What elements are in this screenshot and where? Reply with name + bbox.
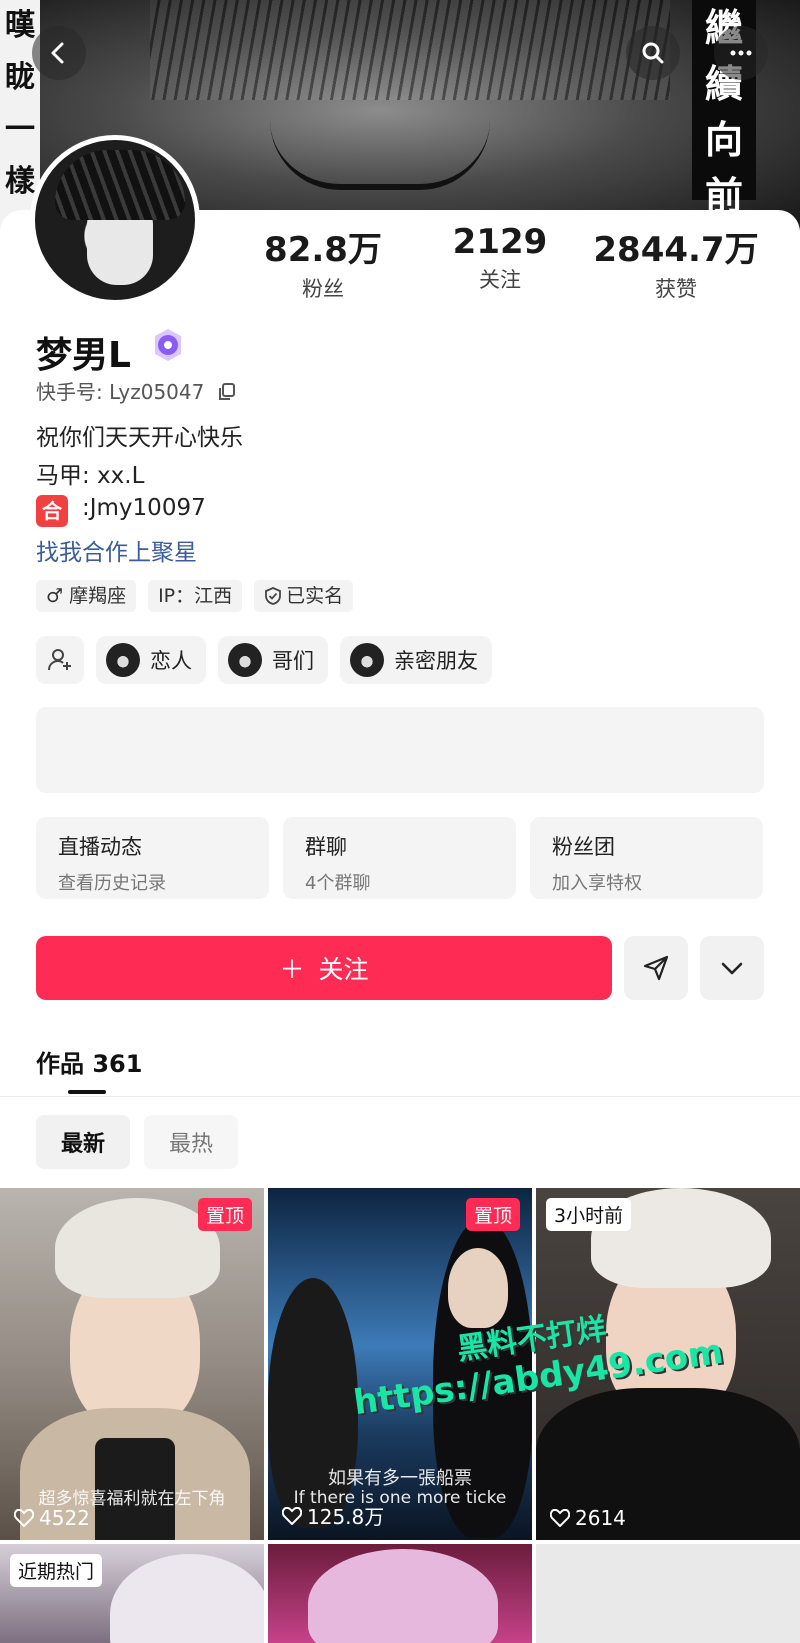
- stat-value: 82.8万: [264, 230, 382, 270]
- video-thumbnail-hair: [55, 1198, 220, 1298]
- he-badge: 合: [36, 495, 68, 527]
- relation-label: 恋人: [150, 649, 192, 673]
- tag-text: 已实名: [286, 585, 344, 607]
- add-relation-button[interactable]: [36, 636, 84, 684]
- more-dots-icon: [730, 50, 752, 56]
- back-button[interactable]: [32, 26, 86, 80]
- follow-button[interactable]: ＋ 关注: [36, 936, 612, 1000]
- feature-subtitle: 加入享特权: [552, 873, 642, 894]
- video-likes: 2614: [550, 1506, 626, 1530]
- add-user-icon: [48, 649, 71, 671]
- video-tile[interactable]: 近期热门: [0, 1544, 264, 1643]
- search-icon: [642, 42, 664, 64]
- bio-line: 马甲: xx.L: [36, 463, 145, 489]
- likes-count: 4522: [39, 1506, 90, 1530]
- tag-text: ♂ 摩羯座: [46, 585, 127, 607]
- feature-subtitle: 查看历史记录: [58, 873, 166, 894]
- banner-art-hair: [150, 0, 670, 100]
- profile-name: 梦男L: [36, 335, 131, 376]
- feature-row: 直播动态 查看历史记录 群聊 4个群聊 粉丝团 加入享特权: [36, 817, 763, 899]
- empty-panel: [36, 707, 764, 793]
- tag-verified: 已实名: [254, 580, 354, 612]
- pinned-badge: 置顶: [465, 1198, 520, 1231]
- heart-icon: [282, 1506, 302, 1525]
- tab-underline: [68, 1090, 106, 1094]
- he-account: :Jmy10097: [82, 495, 206, 521]
- copy-icon[interactable]: [217, 382, 237, 402]
- follow-label: 关注: [318, 955, 369, 984]
- feature-title: 直播动态: [58, 835, 142, 859]
- video-tile[interactable]: 置顶 超多惊喜福利就在左下角 4522: [0, 1188, 264, 1540]
- stat-followers[interactable]: 82.8万 粉丝: [228, 222, 418, 303]
- relation-lover[interactable]: 恋人: [96, 636, 206, 684]
- stat-following[interactable]: 2129 关注: [405, 222, 595, 294]
- shield-icon: [265, 587, 282, 605]
- heart-icon: [550, 1509, 570, 1527]
- heart-icon: [14, 1509, 34, 1527]
- expand-button[interactable]: [700, 936, 764, 1000]
- avatar[interactable]: [30, 135, 200, 305]
- share-button[interactable]: [624, 936, 688, 1000]
- stat-value: 2129: [452, 222, 548, 262]
- send-icon: [643, 955, 669, 981]
- kuaishou-id: 快手号: Lyz05047: [36, 376, 237, 405]
- stat-value: 2844.7万: [593, 230, 759, 270]
- video-tile[interactable]: [268, 1544, 532, 1643]
- divider: [0, 1096, 800, 1097]
- likes-count: 125.8万: [307, 1505, 385, 1529]
- relation-label: 哥们: [272, 649, 314, 673]
- relation-avatar: [106, 643, 140, 677]
- feature-title: 群聊: [305, 835, 347, 859]
- tag-ip: IP：江西: [148, 580, 243, 612]
- banner-char: 向: [704, 118, 743, 162]
- tag-zodiac: ♂ 摩羯座: [36, 580, 137, 612]
- sort-hottest-button[interactable]: 最热: [144, 1115, 238, 1169]
- avatar-hair: [55, 150, 185, 220]
- relation-label: 亲密朋友: [394, 649, 478, 673]
- feature-fan-club[interactable]: 粉丝团 加入享特权: [530, 817, 763, 899]
- stat-label: 获赞: [655, 277, 697, 301]
- stat-label: 关注: [479, 268, 521, 292]
- bio-line: 祝你们天天开心快乐: [36, 425, 243, 451]
- cooperation-link[interactable]: 找我合作上聚星: [36, 533, 197, 567]
- verified-badge-icon[interactable]: [150, 327, 186, 363]
- kuaishou-id-text: 快手号: Lyz05047: [36, 380, 205, 404]
- sort-newest-button[interactable]: 最新: [36, 1115, 130, 1169]
- time-badge: 近期热门: [10, 1554, 103, 1587]
- feature-subtitle: 4个群聊: [305, 873, 371, 894]
- feature-group-chat[interactable]: 群聊 4个群聊: [283, 817, 516, 899]
- relation-buddy[interactable]: 哥们: [218, 636, 328, 684]
- relation-avatar: [350, 643, 384, 677]
- profile-page: 暵 眬 一 樣 繼 續 向 前 82.8万 粉丝 2129 关注 2844.7万…: [0, 0, 800, 1643]
- video-tile-placeholder: [536, 1544, 800, 1643]
- video-likes: 125.8万: [282, 1501, 384, 1530]
- time-badge: 3小时前: [546, 1198, 632, 1231]
- stat-likes[interactable]: 2844.7万 获赞: [581, 222, 771, 303]
- feature-live[interactable]: 直播动态 查看历史记录: [36, 817, 269, 899]
- back-arrow-icon: [51, 42, 64, 64]
- tag-text: IP：江西: [158, 585, 233, 607]
- relation-avatar: [228, 643, 262, 677]
- banner-art-smile: [270, 120, 490, 190]
- tab-works[interactable]: 作品 361: [36, 1044, 142, 1079]
- video-caption: 如果有多一張船票: [328, 1468, 472, 1489]
- video-likes: 4522: [14, 1506, 90, 1530]
- chevron-down-icon: [721, 962, 743, 975]
- pinned-badge: 置顶: [197, 1198, 252, 1231]
- likes-count: 2614: [575, 1506, 626, 1530]
- more-button[interactable]: [714, 26, 768, 80]
- banner-char: 一: [5, 112, 35, 147]
- relation-close-friend[interactable]: 亲密朋友: [340, 636, 492, 684]
- relations-row: 恋人 哥们 亲密朋友: [36, 636, 492, 684]
- stat-label: 粉丝: [302, 277, 344, 301]
- search-button[interactable]: [626, 26, 680, 80]
- plus-icon: ＋: [279, 955, 305, 984]
- profile-tags: ♂ 摩羯座 IP：江西 已实名: [36, 580, 354, 612]
- feature-title: 粉丝团: [552, 835, 615, 859]
